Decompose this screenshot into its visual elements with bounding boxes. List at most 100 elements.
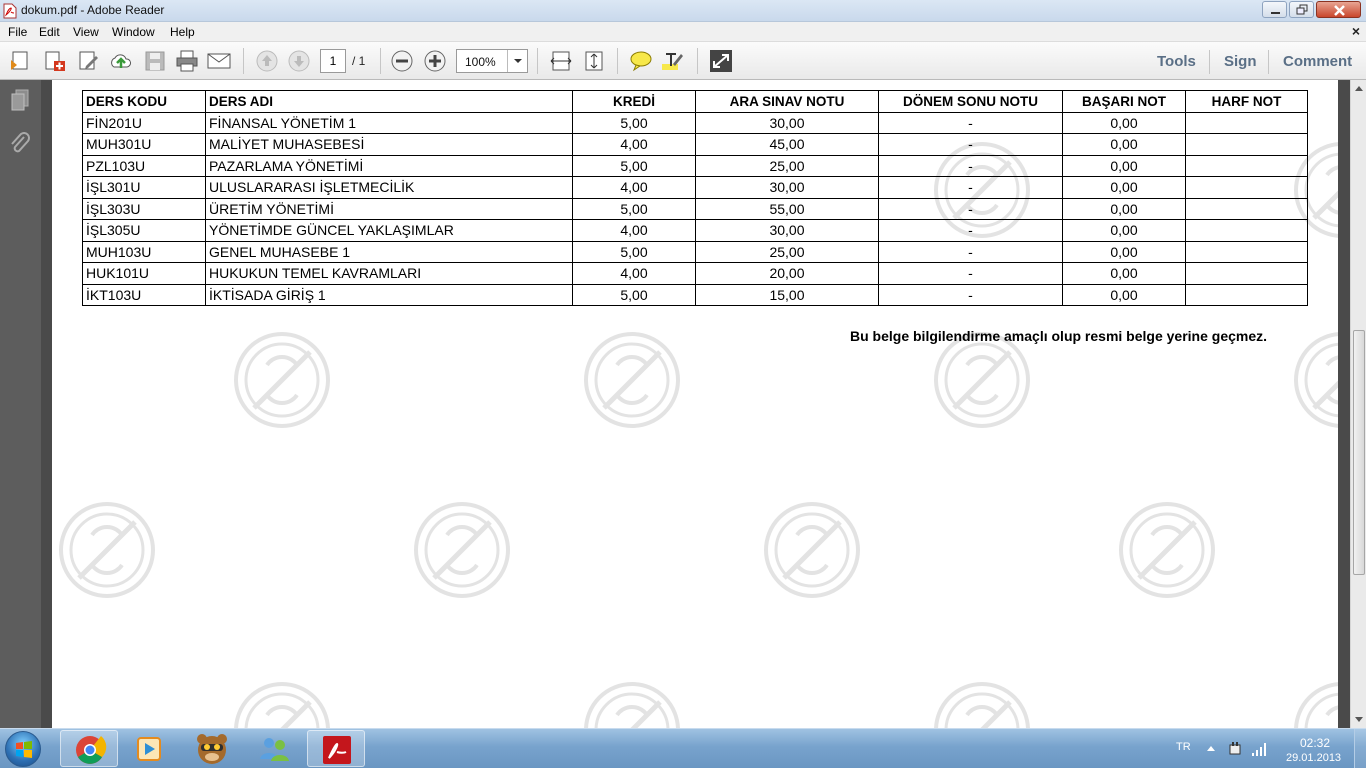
table-cell: ULUSLARARASI İŞLETMECİLİK (205, 176, 573, 199)
zoom-dropdown-button[interactable] (507, 50, 527, 72)
table-cell: 0,00 (1062, 197, 1186, 220)
table-cell: GENEL MUHASEBE 1 (205, 240, 573, 263)
table-cell: 5,00 (572, 197, 696, 220)
menu-edit[interactable]: Edit (39, 25, 60, 39)
clock-date[interactable]: 29.01.2013 (1286, 752, 1341, 764)
table-cell: - (878, 176, 1063, 199)
menu-file[interactable]: File (8, 25, 27, 39)
windows-logo-icon (16, 741, 32, 758)
scroll-up-arrow[interactable] (1355, 86, 1363, 91)
table-cell: İŞL303U (82, 197, 206, 220)
minimize-button[interactable] (1262, 1, 1287, 18)
table-body: FİN201U FİNANSAL YÖNETİM 1 5,00 30,00-0,00 M… (82, 111, 1308, 306)
fit-width-icon[interactable] (549, 50, 573, 72)
table-cell: 0,00 (1062, 111, 1186, 134)
attachments-icon[interactable] (9, 132, 31, 156)
menu-help[interactable]: Help (170, 25, 195, 39)
taskbar-messenger-bear[interactable] (182, 730, 240, 767)
power-plug-icon[interactable] (1227, 741, 1243, 757)
zoom-in-icon[interactable] (423, 50, 447, 72)
toolbar-separator (697, 48, 698, 74)
adobe-reader-icon (323, 736, 351, 764)
print-icon[interactable] (175, 50, 199, 72)
table-cell: 30,00 (695, 176, 879, 199)
menu-bar: File Edit View Window Help × (0, 22, 1366, 42)
scroll-down-arrow[interactable] (1355, 717, 1363, 722)
menu-view[interactable]: View (73, 25, 99, 39)
vertical-scrollbar[interactable] (1350, 80, 1366, 728)
column-header: DERS ADI (205, 90, 573, 113)
full-screen-icon[interactable] (709, 50, 733, 72)
language-indicator[interactable]: TR (1176, 741, 1191, 753)
scroll-thumb[interactable] (1353, 330, 1365, 575)
show-desktop-button[interactable] (1354, 729, 1366, 768)
page-thumbnails-icon[interactable] (9, 88, 31, 112)
table-row: PZL103U PAZARLAMA YÖNETİMİ 5,00 25,00-0,00 (82, 154, 1308, 177)
restore-button[interactable] (1289, 1, 1314, 18)
table-cell: 0,00 (1062, 133, 1186, 156)
upload-cloud-icon[interactable] (109, 50, 133, 72)
minimize-icon (1271, 12, 1280, 14)
clock-time[interactable]: 02:32 (1300, 736, 1330, 750)
pdf-page[interactable]: DERS KODU DERS ADI KREDİ ARA SINAV NOTU … (52, 80, 1338, 728)
open-icon[interactable] (9, 50, 33, 72)
zoom-level-select[interactable]: 100% (456, 49, 528, 73)
table-cell: 5,00 (572, 240, 696, 263)
table-header-row: DERS KODU DERS ADI KREDİ ARA SINAV NOTU … (82, 90, 1308, 113)
menu-window[interactable]: Window (112, 25, 155, 39)
page-total: / 1 (352, 54, 366, 68)
close-document-button[interactable]: × (1352, 23, 1360, 39)
table-cell: 0,00 (1062, 262, 1186, 285)
table-cell: HUK101U (82, 262, 206, 285)
table-cell: - (878, 197, 1063, 220)
table-cell: MUH301U (82, 133, 206, 156)
table-cell: İKT103U (82, 283, 206, 306)
next-page-icon[interactable] (287, 50, 311, 72)
close-window-button[interactable] (1316, 1, 1361, 18)
toolbar-separator (537, 48, 538, 74)
sign-pane-button[interactable]: Sign (1224, 53, 1257, 70)
table-row: İŞL303U ÜRETİM YÖNETİMİ 5,00 55,00-0,00 (82, 197, 1308, 220)
table-cell: 0,00 (1062, 283, 1186, 306)
page-number-input[interactable]: 1 (320, 49, 346, 73)
table-cell (1185, 262, 1308, 285)
table-cell: 0,00 (1062, 240, 1186, 263)
edit-icon[interactable] (77, 50, 101, 72)
table-row: FİN201U FİNANSAL YÖNETİM 1 5,00 30,00-0,00 (82, 111, 1308, 134)
table-cell (1185, 240, 1308, 263)
chevron-up-icon[interactable] (1206, 744, 1216, 752)
table-cell (1185, 197, 1308, 220)
bear-mascot-icon (197, 734, 227, 764)
table-cell: FİNANSAL YÖNETİM 1 (205, 111, 573, 134)
table-cell: 55,00 (695, 197, 879, 220)
fit-page-icon[interactable] (582, 50, 606, 72)
table-cell: - (878, 219, 1063, 242)
email-icon[interactable] (207, 50, 231, 72)
table-cell: - (878, 240, 1063, 263)
table-cell: PZL103U (82, 154, 206, 177)
media-player-icon (137, 737, 161, 761)
taskbar-media-player[interactable] (121, 730, 179, 767)
watermark-seal-icon (1119, 502, 1215, 598)
table-row: MUH301U MALİYET MUHASEBESİ 4,00 45,00-0,00 (82, 133, 1308, 156)
start-button[interactable] (5, 731, 41, 767)
taskbar-adobe-reader[interactable] (307, 730, 365, 767)
chrome-icon (76, 736, 107, 764)
sticky-note-icon[interactable] (629, 50, 653, 72)
save-icon[interactable] (143, 50, 167, 72)
zoom-out-icon[interactable] (390, 50, 414, 72)
taskbar-chrome[interactable] (60, 730, 118, 767)
taskbar-users[interactable] (245, 730, 303, 767)
network-signal-icon[interactable] (1251, 741, 1269, 757)
table-cell: 25,00 (695, 154, 879, 177)
table-row: İKT103U İKTİSADA GİRİŞ 1 5,00 15,00-0,00 (82, 283, 1308, 306)
tools-pane-button[interactable]: Tools (1157, 53, 1196, 70)
table-cell (1185, 133, 1308, 156)
table-cell (1185, 219, 1308, 242)
previous-page-icon[interactable] (255, 50, 279, 72)
create-pdf-icon[interactable] (43, 50, 67, 72)
comment-pane-button[interactable]: Comment (1283, 53, 1352, 70)
column-header: BAŞARI NOT (1062, 90, 1186, 113)
highlight-icon[interactable] (661, 50, 685, 72)
table-cell: 4,00 (572, 176, 696, 199)
